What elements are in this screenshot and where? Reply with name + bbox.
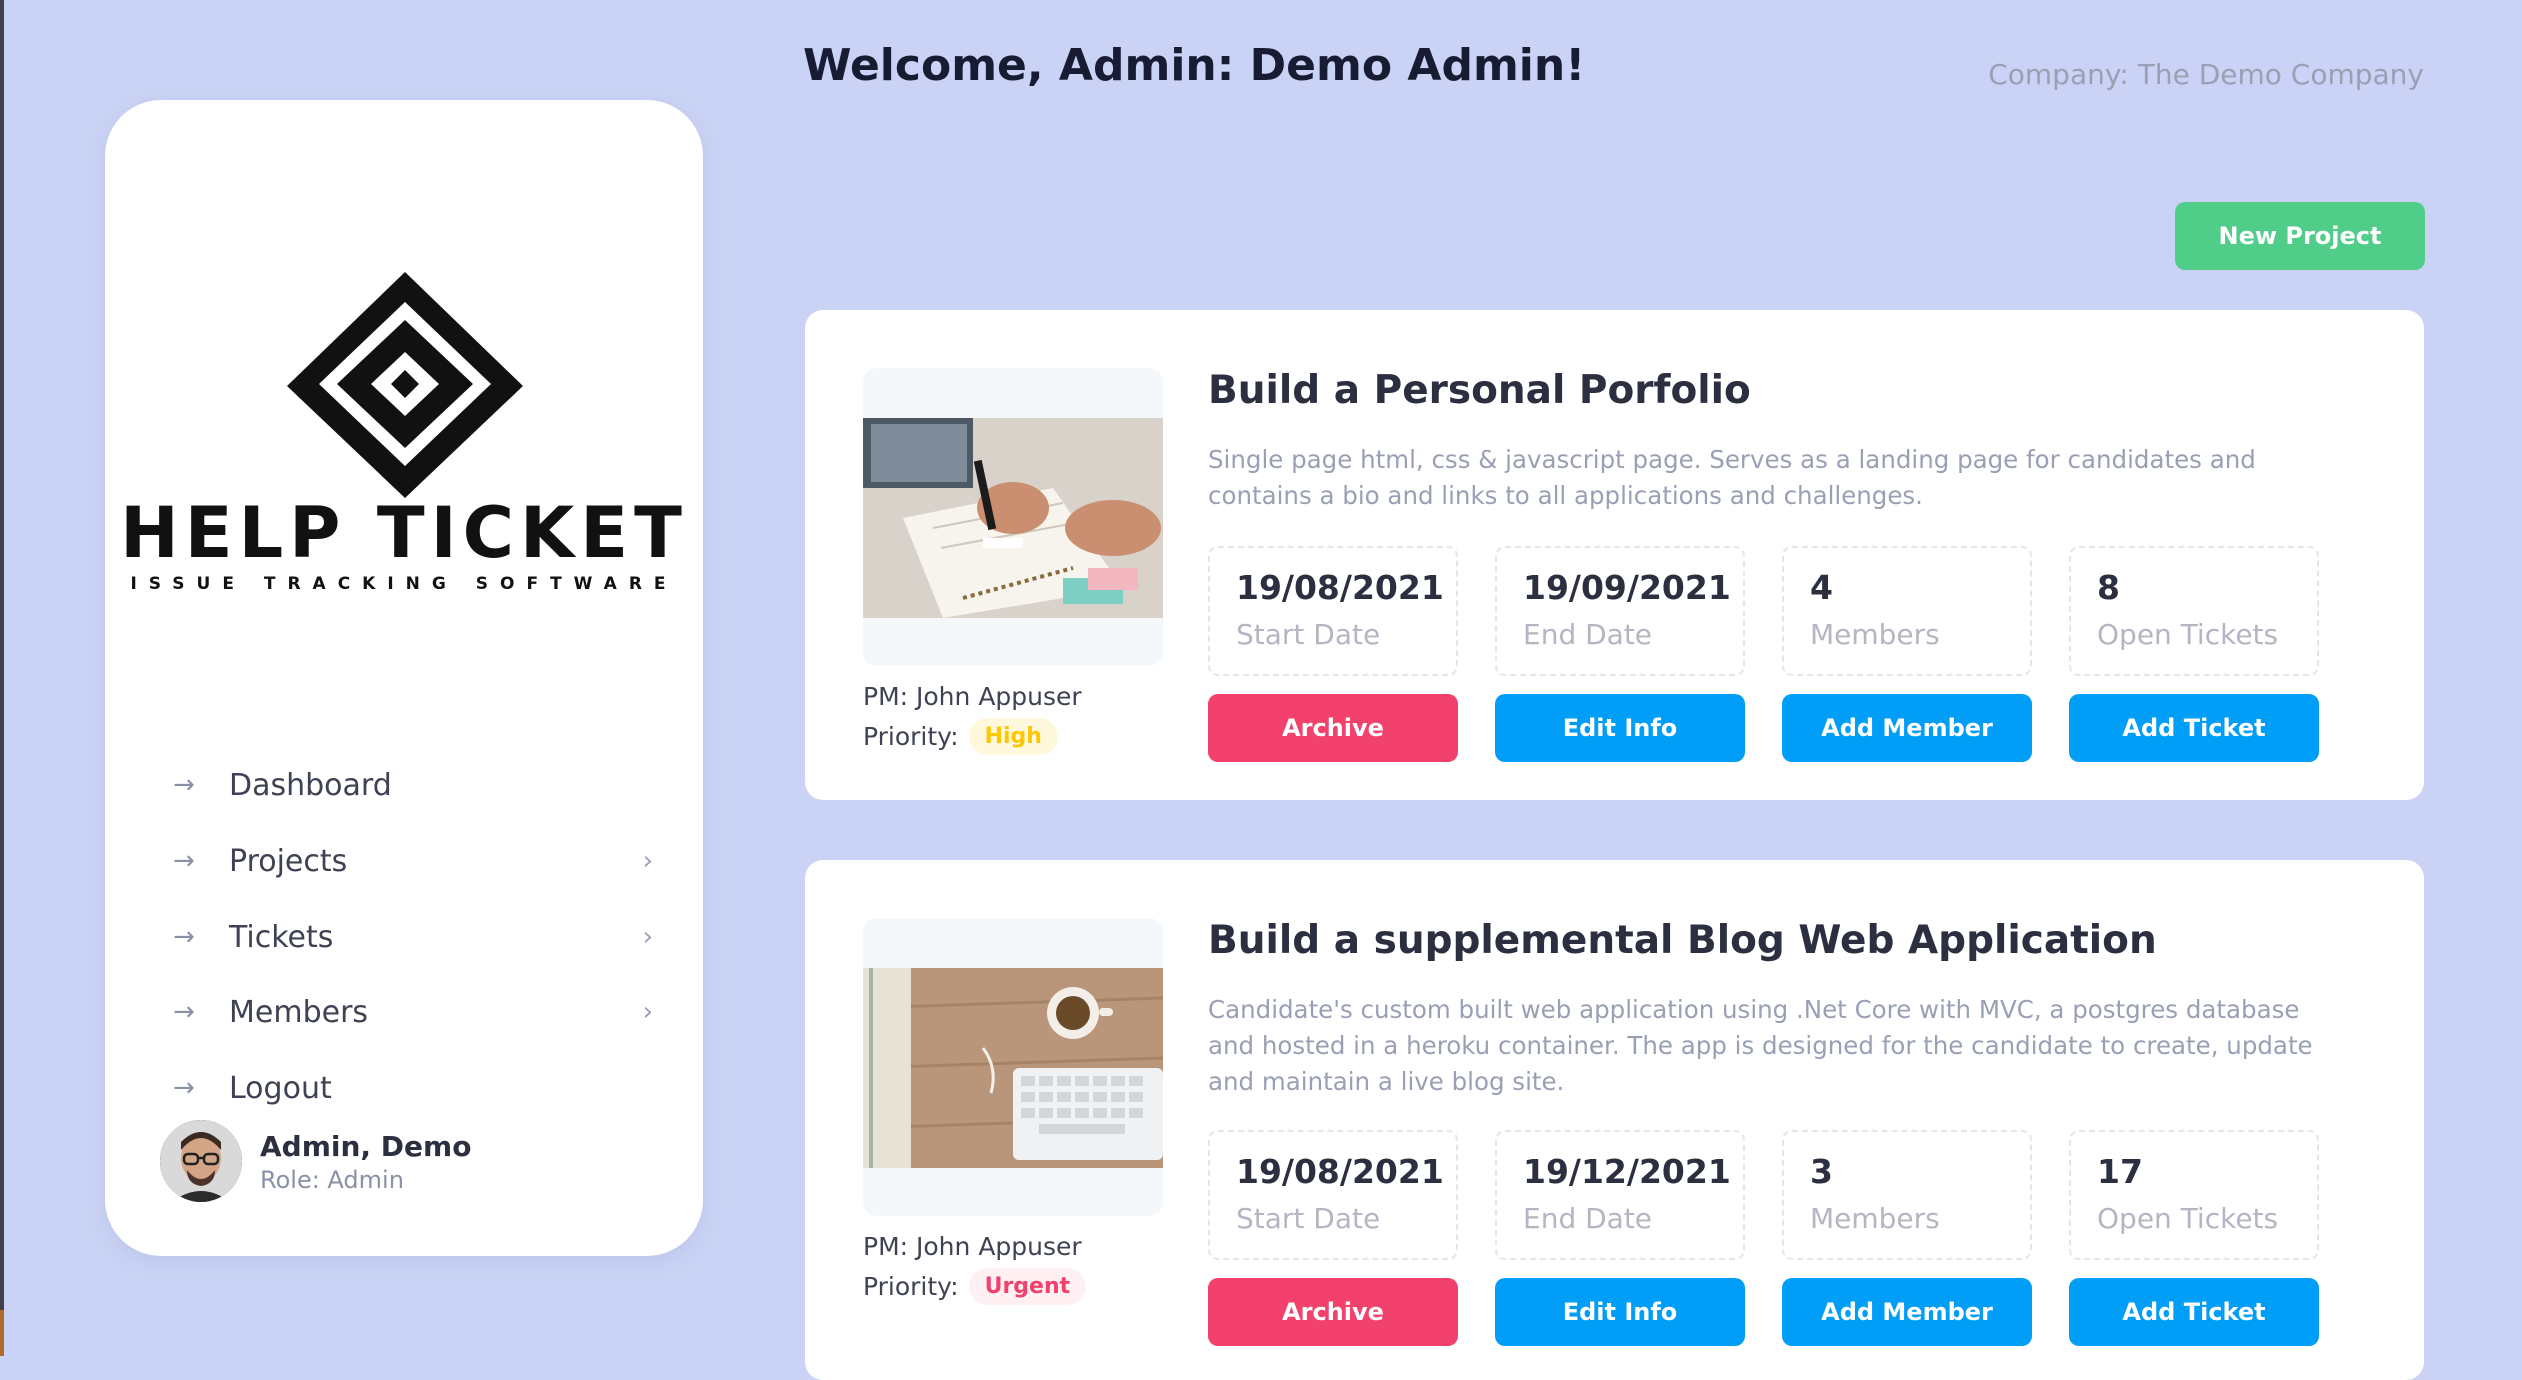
project-description: Single page html, css & javascript page.… bbox=[1208, 445, 2256, 510]
stat-open-tickets: 8 Open Tickets bbox=[2069, 546, 2319, 676]
project-card: PM: John Appuser Priority: High Build a … bbox=[805, 310, 2424, 800]
stat-value: 19/08/2021 bbox=[1236, 1152, 1444, 1191]
priority-badge: High bbox=[968, 718, 1058, 755]
arrow-right-icon: → bbox=[173, 997, 195, 1027]
sidebar-item-label: Members bbox=[229, 994, 369, 1030]
project-manager: PM: John Appuser bbox=[863, 1232, 1082, 1261]
stat-label: End Date bbox=[1523, 1202, 1653, 1235]
sidebar-item-label: Projects bbox=[229, 843, 348, 879]
project-title[interactable]: Build a Personal Porfolio bbox=[1208, 368, 1751, 413]
arrow-right-icon: → bbox=[173, 922, 195, 952]
sidebar-item-label: Tickets bbox=[229, 919, 334, 955]
stat-label: Members bbox=[1810, 1202, 1940, 1235]
stat-start-date: 19/08/2021 Start Date bbox=[1208, 1130, 1458, 1260]
stat-value: 8 bbox=[2097, 568, 2120, 607]
sidebar-item-logout[interactable]: → Logout bbox=[173, 1063, 653, 1113]
logo-subtitle: ISSUE TRACKING SOFTWARE bbox=[130, 574, 678, 594]
project-priority: Priority: Urgent bbox=[863, 1268, 1087, 1305]
stat-label: End Date bbox=[1523, 618, 1653, 651]
stat-label: Open Tickets bbox=[2097, 618, 2279, 651]
window-edge bbox=[0, 0, 4, 1356]
avatar bbox=[160, 1120, 242, 1202]
window-edge-accent bbox=[0, 1310, 4, 1356]
archive-button[interactable]: Archive bbox=[1208, 694, 1458, 762]
stat-value: 3 bbox=[1810, 1152, 1833, 1191]
logo-diamond-icon bbox=[287, 272, 523, 498]
app-logo[interactable]: HELP TICKET ISSUE TRACKING SOFTWARE bbox=[105, 160, 703, 600]
company-name: Company: The Demo Company bbox=[1988, 58, 2424, 91]
project-image bbox=[863, 368, 1163, 666]
priority-label: Priority: bbox=[863, 1272, 959, 1301]
stat-label: Start Date bbox=[1236, 1202, 1381, 1235]
stat-end-date: 19/09/2021 End Date bbox=[1495, 546, 1745, 676]
sidebar-item-tickets[interactable]: → Tickets › bbox=[173, 912, 653, 962]
stat-label: Open Tickets bbox=[2097, 1202, 2279, 1235]
sidebar-item-label: Dashboard bbox=[229, 767, 392, 803]
edit-info-button[interactable]: Edit Info bbox=[1495, 1278, 1745, 1346]
chevron-right-icon: › bbox=[642, 922, 653, 952]
arrow-right-icon: → bbox=[173, 770, 195, 800]
archive-button[interactable]: Archive bbox=[1208, 1278, 1458, 1346]
project-image bbox=[863, 918, 1163, 1216]
stat-label: Start Date bbox=[1236, 618, 1381, 651]
sidebar-item-label: Logout bbox=[229, 1070, 332, 1106]
page-title: Welcome, Admin: Demo Admin! bbox=[803, 40, 1586, 91]
add-member-button[interactable]: Add Member bbox=[1782, 694, 2032, 762]
stat-open-tickets: 17 Open Tickets bbox=[2069, 1130, 2319, 1260]
stat-end-date: 19/12/2021 End Date bbox=[1495, 1130, 1745, 1260]
stat-value: 4 bbox=[1810, 568, 1833, 607]
arrow-right-icon: → bbox=[173, 1073, 195, 1103]
priority-badge: Urgent bbox=[968, 1268, 1087, 1305]
sidebar-item-dashboard[interactable]: → Dashboard bbox=[173, 760, 653, 810]
user-profile[interactable]: Admin, Demo Role: Admin bbox=[160, 1120, 660, 1210]
stat-value: 17 bbox=[2097, 1152, 2143, 1191]
stat-value: 19/08/2021 bbox=[1236, 568, 1444, 607]
add-ticket-button[interactable]: Add Ticket bbox=[2069, 1278, 2319, 1346]
chevron-right-icon: › bbox=[642, 846, 653, 876]
new-project-button[interactable]: New Project bbox=[2175, 202, 2425, 270]
project-card: PM: John Appuser Priority: Urgent Build … bbox=[805, 860, 2424, 1380]
arrow-right-icon: → bbox=[173, 846, 195, 876]
stat-members: 4 Members bbox=[1782, 546, 2032, 676]
logo-title: HELP TICKET bbox=[120, 492, 688, 574]
user-name: Admin, Demo bbox=[260, 1130, 472, 1163]
stat-members: 3 Members bbox=[1782, 1130, 2032, 1260]
stat-label: Members bbox=[1810, 618, 1940, 651]
stat-start-date: 19/08/2021 Start Date bbox=[1208, 546, 1458, 676]
project-manager: PM: John Appuser bbox=[863, 682, 1082, 711]
sidebar-item-members[interactable]: → Members › bbox=[173, 987, 653, 1037]
edit-info-button[interactable]: Edit Info bbox=[1495, 694, 1745, 762]
chevron-right-icon: › bbox=[642, 997, 653, 1027]
add-ticket-button[interactable]: Add Ticket bbox=[2069, 694, 2319, 762]
priority-label: Priority: bbox=[863, 722, 959, 751]
project-description: Candidate's custom built web application… bbox=[1208, 995, 2313, 1096]
sidebar-item-projects[interactable]: → Projects › bbox=[173, 836, 653, 886]
project-priority: Priority: High bbox=[863, 718, 1058, 755]
stat-value: 19/09/2021 bbox=[1523, 568, 1731, 607]
stat-value: 19/12/2021 bbox=[1523, 1152, 1731, 1191]
user-role: Role: Admin bbox=[260, 1166, 404, 1194]
sidebar: HELP TICKET ISSUE TRACKING SOFTWARE → Da… bbox=[105, 100, 703, 1256]
project-title[interactable]: Build a supplemental Blog Web Applicatio… bbox=[1208, 918, 2157, 963]
add-member-button[interactable]: Add Member bbox=[1782, 1278, 2032, 1346]
